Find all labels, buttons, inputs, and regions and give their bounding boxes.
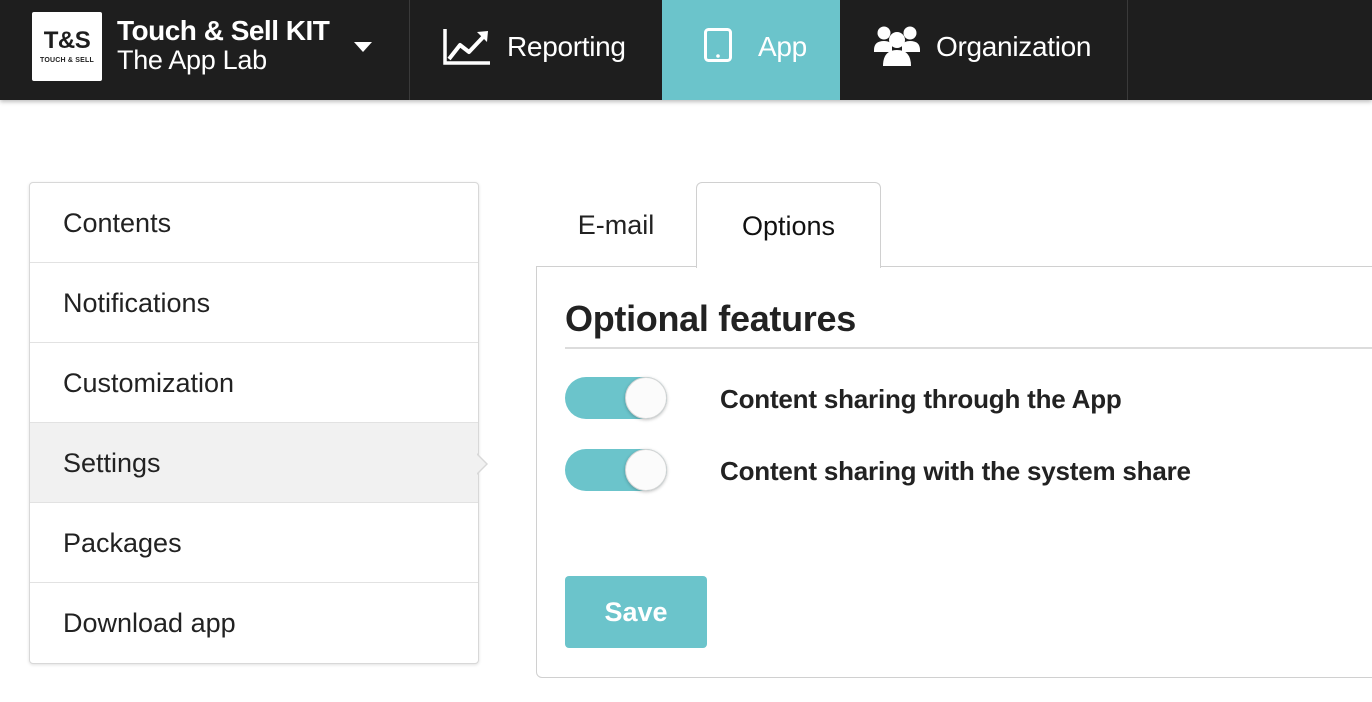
content-sharing-app-label: Content sharing through the App [720,384,1122,414]
nav-app[interactable]: App [662,0,840,100]
line-chart-icon [443,29,490,65]
nav-reporting-label: Reporting [507,31,626,62]
brand-subtitle: The App Lab [117,45,267,75]
brand-logo: T&S TOUCH & SELL [32,12,102,81]
nav-app-label: App [758,31,807,62]
top-navigation-bar: T&S TOUCH & SELL Touch & Sell KIT The Ap… [0,0,1372,100]
content-sharing-system-toggle[interactable] [565,449,667,491]
section-title: Optional features [565,298,856,339]
users-group-icon [874,26,920,66]
caret-down-icon[interactable] [354,42,372,52]
active-item-pointer-fill [476,454,486,474]
content-sharing-system-label: Content sharing with the system share [720,456,1191,486]
sidebar-item-settings[interactable]: Settings [30,423,478,503]
brand-text: Touch & Sell KIT The App Lab [117,15,330,75]
tab-email[interactable]: E-mail [536,182,696,268]
brand-switcher[interactable]: T&S TOUCH & SELL Touch & Sell KIT The Ap… [0,0,410,100]
brand-title: Touch & Sell KIT [117,15,330,46]
nav-reporting[interactable]: Reporting [410,0,662,100]
nav-organization[interactable]: Organization [840,0,1128,100]
active-tab-joiner [697,264,880,268]
nav-organization-label: Organization [936,31,1092,62]
tablet-icon [704,28,732,62]
content-sharing-app-toggle[interactable] [565,377,667,419]
logo-text: T&S [43,27,91,54]
sidebar-item-packages[interactable]: Packages [30,503,478,583]
save-button[interactable]: Save [565,576,707,648]
toggle-knob [625,449,667,491]
sidebar-item-notifications[interactable]: Notifications [30,263,478,343]
sidebar-item-customization[interactable]: Customization [30,343,478,423]
settings-sidebar-menu: Contents Notifications Customization Set… [29,182,479,664]
section-divider [565,347,1372,349]
logo-subtext: TOUCH & SELL [40,57,94,64]
sidebar-item-contents[interactable]: Contents [30,183,478,263]
sidebar-item-download-app[interactable]: Download app [30,583,478,663]
tab-options[interactable]: Options [696,182,881,268]
toggle-knob [625,377,667,419]
